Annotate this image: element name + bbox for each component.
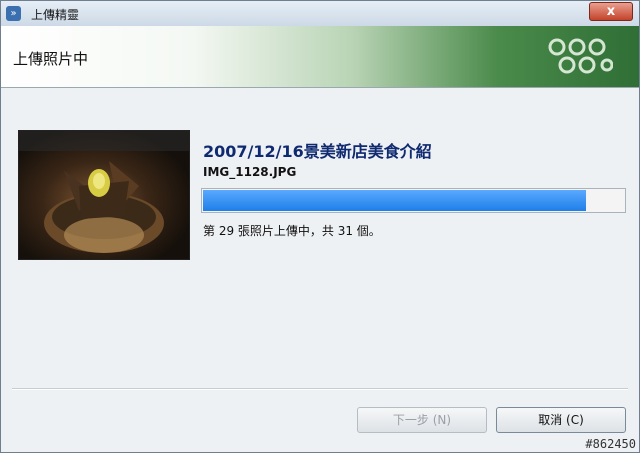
watermark-text: #862450 [585,437,636,451]
wizard-header: 上傳照片中 [1,26,639,88]
upload-wizard-window: » 上傳精靈 x 上傳照片中 2007/12/16景美新店美食介紹 IMG_11… [0,0,640,453]
progress-bar-fill [203,190,586,211]
title-bar[interactable]: » 上傳精靈 x [1,1,639,26]
current-file-name: IMG_1128.JPG [203,165,297,179]
cancel-button[interactable]: 取消 (C) [496,407,626,433]
window-title: 上傳精靈 [31,8,80,22]
next-button[interactable]: 下一步 (N) [357,407,487,433]
divider [12,388,628,390]
upload-progress-bar [201,188,626,213]
page-title: 上傳照片中 [13,50,89,68]
food-photo-icon [19,131,189,253]
album-title: 2007/12/16景美新店美食介紹 [203,142,432,161]
photo-thumbnail [18,130,190,260]
logo-icon [548,38,613,74]
wizard-icon: » [6,6,21,21]
upload-status-text: 第 29 張照片上傳中，共 31 個。 [203,224,381,238]
close-button[interactable]: x [589,2,633,21]
